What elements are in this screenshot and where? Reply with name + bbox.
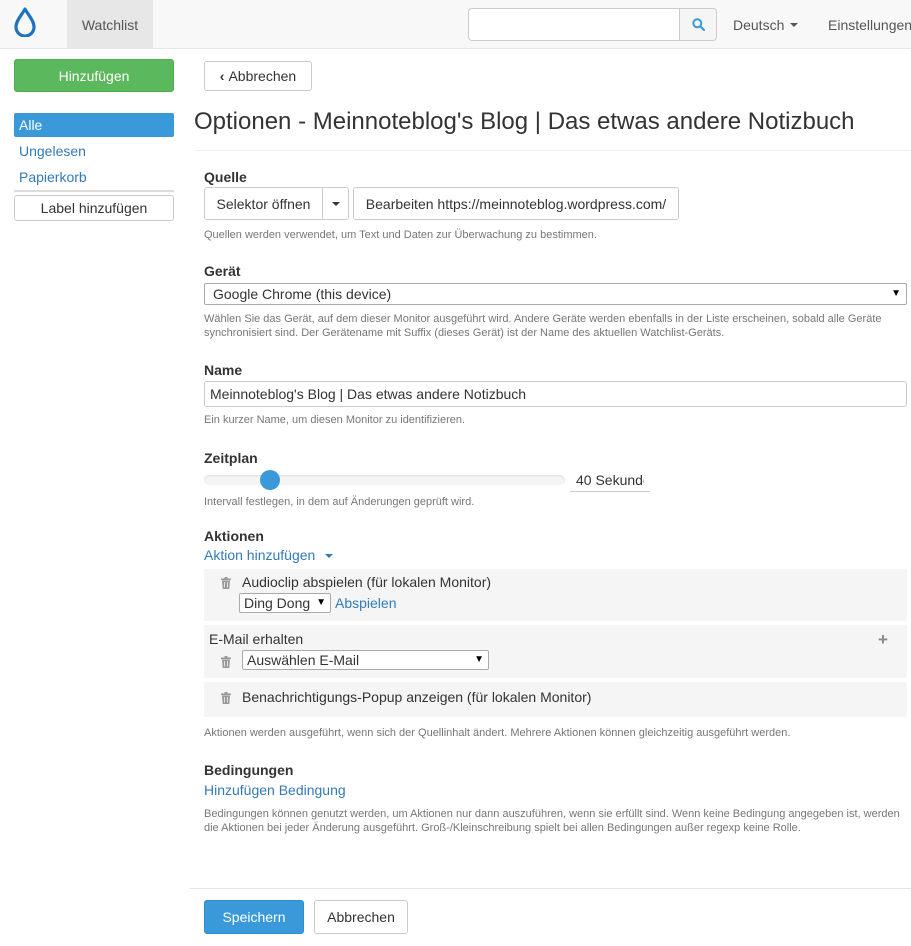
trash-icon[interactable] [220,577,232,589]
conditions-label: Bedingungen [204,762,294,778]
plus-icon[interactable]: + [878,630,888,650]
device-label: Gerät [204,263,241,279]
cancel-button[interactable]: Abbrechen [314,900,408,934]
save-button[interactable]: Speichern [204,900,304,934]
sidebar-item-all[interactable]: Alle [14,113,174,137]
add-monitor-button[interactable]: Hinzufügen [14,59,174,92]
tab-watchlist[interactable]: Watchlist [67,0,153,49]
sidebar-divider [14,190,174,192]
add-condition-link[interactable]: Hinzufügen Bedingung [204,782,346,798]
sidebar-item-unread[interactable]: Ungelesen [14,139,174,163]
search-button[interactable] [679,8,717,41]
email-action-title: E-Mail erhalten [209,631,304,647]
selector-dropdown-toggle[interactable] [322,187,349,220]
caret-down-icon [331,201,340,206]
dropdown-arrow-icon: ▼ [474,654,484,665]
device-help: Wählen Sie das Gerät, auf dem dieser Mon… [204,313,882,339]
audio-action-label: Audioclip abspielen (für lokalen Monitor… [242,574,492,590]
name-label: Name [204,362,243,378]
name-help: Ein kurzer Name, um diesen Monitor zu id… [204,414,466,426]
sidebar-item-trash[interactable]: Papierkorb [14,165,174,189]
device-select[interactable]: Google Chrome (this device) ▼ [204,283,907,305]
chevron-down-icon [790,22,799,27]
settings-link[interactable]: Einstellungen [828,0,911,49]
schedule-help: Intervall festlegen, in dem auf Änderung… [204,496,475,508]
actions-help: Aktionen werden ausgeführt, wenn sich de… [204,727,791,739]
play-sound-link[interactable]: Abspielen [335,595,397,611]
interval-slider[interactable] [204,475,565,485]
page-title: Optionen - Meinnoteblog's Blog | Das etw… [194,108,855,135]
add-label-button[interactable]: Label hinzufügen [14,195,174,221]
dropdown-arrow-icon: ▼ [316,597,326,608]
back-button[interactable]: ‹ Abbrechen [204,61,312,91]
language-label: Deutsch [733,16,785,33]
edit-source-button[interactable]: Bearbeiten https://meinnoteblog.wordpres… [353,187,679,220]
footer-divider [190,888,911,889]
language-dropdown[interactable]: Deutsch [733,0,799,49]
add-action-label: Aktion hinzufügen [204,547,316,563]
sound-select-value: Ding Dong [244,595,311,611]
open-selector-button[interactable]: Selektor öffnen [204,187,323,220]
device-select-value: Google Chrome (this device) [213,286,392,302]
actions-label: Aktionen [204,528,264,544]
name-input[interactable] [204,381,907,407]
slider-handle[interactable] [260,470,281,490]
chevron-left-icon: ‹ [219,68,225,84]
trash-icon[interactable] [220,656,232,668]
water-drop-icon[interactable] [13,7,37,37]
sound-select[interactable]: Ding Dong ▼ [239,593,331,613]
schedule-label: Zeitplan [204,450,258,466]
trash-icon[interactable] [220,692,232,704]
dropdown-arrow-icon: ▼ [891,288,901,299]
search-icon [691,18,705,31]
back-button-label: Abbrechen [228,68,297,84]
search-input[interactable] [468,8,680,41]
add-action-link[interactable]: Aktion hinzufügen [204,547,334,563]
divider [194,150,911,151]
top-navbar: Watchlist Deutsch Einstellungen [0,0,911,49]
conditions-help: Bedingungen können genutzt werden, um Ak… [204,808,900,834]
caret-down-icon [325,554,334,559]
source-label: Quelle [204,169,247,185]
email-select[interactable]: Auswählen E-Mail ▼ [242,650,489,670]
source-help: Quellen werden verwendet, um Text und Da… [204,229,597,241]
email-select-value: Auswählen E-Mail [247,652,360,668]
popup-action-label: Benachrichtigungs-Popup anzeigen (für lo… [242,689,592,705]
interval-input[interactable] [570,469,650,492]
